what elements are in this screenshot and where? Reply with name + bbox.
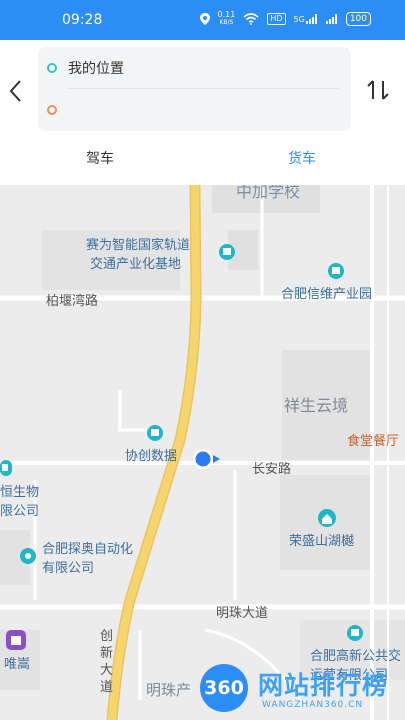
speed-value: 0.11: [217, 10, 236, 19]
residence-icon[interactable]: [318, 509, 336, 527]
swap-icon[interactable]: [365, 77, 391, 103]
status-bar: 09:28 0.11 KB/S HD 5G 100: [0, 0, 405, 40]
start-row[interactable]: [38, 47, 351, 89]
wifi-icon: [243, 13, 259, 25]
shop-icon[interactable]: [6, 630, 26, 650]
speed-indicator: 0.11 KB/S: [218, 11, 236, 27]
watermark-logo: 360: [200, 664, 248, 712]
map-label-chuangxin-char: 新: [100, 645, 113, 661]
poi-pin-icon[interactable]: [20, 548, 36, 564]
map-label-xiechuang: 协创数据: [125, 449, 177, 464]
signal-icon-2: [325, 14, 337, 24]
bus-station-icon[interactable]: [219, 244, 235, 260]
status-time: 09:28: [62, 12, 103, 28]
map-label-xinwei: 合肥信维产业园: [281, 287, 372, 302]
map-label-rail-1: 赛为智能国家轨道: [86, 237, 190, 253]
location-icon: [199, 13, 210, 25]
bus-station-icon[interactable]: [347, 625, 363, 641]
tab-drive[interactable]: 驾车: [86, 148, 114, 168]
map-label-mingzhu-bottom: 明珠产: [146, 681, 191, 699]
status-icons: 0.11 KB/S HD 5G 100: [199, 11, 371, 27]
start-dot-icon: [47, 63, 57, 73]
bus-station-icon[interactable]: [147, 425, 163, 441]
map-label-xiangsheng: 祥生云境: [284, 396, 348, 415]
bus-station-icon[interactable]: [0, 460, 12, 476]
watermark-url: WANGZHAN360.CN: [262, 700, 364, 710]
map-label-baiyan-road: 柏堰湾路: [46, 293, 98, 309]
tab-truck[interactable]: 货车: [288, 148, 316, 168]
network-label: 5G: [293, 15, 305, 24]
map-label-chuangxin-char: 道: [100, 680, 113, 695]
end-row[interactable]: [38, 89, 351, 131]
route-panel: 驾车 货车: [0, 40, 405, 185]
map-label-canteen: 食堂餐厅: [347, 433, 399, 449]
transport-tabs: 驾车 货车: [0, 136, 405, 182]
map-label-chuangxin-char: 创: [100, 629, 113, 644]
map-label-hengsheng-2: 限公司: [0, 504, 39, 519]
watermark: 360 网站排行榜 WANGZHAN360.CN: [200, 660, 405, 720]
start-location-input[interactable]: [68, 58, 338, 78]
map-label-rail-2: 交通产业化基地: [90, 256, 181, 272]
map-label-chuangxin-char: 大: [100, 663, 113, 678]
end-dot-icon: [47, 105, 57, 115]
map-label-school: 中加学校: [236, 185, 300, 201]
map-label-hengsheng-1: 恒生物: [0, 485, 39, 500]
battery-indicator: 100: [345, 12, 371, 26]
speed-unit: KB/S: [219, 19, 234, 26]
hd-badge: HD: [267, 13, 286, 25]
bus-station-icon[interactable]: [328, 263, 344, 279]
signal-icon: [305, 14, 317, 24]
map-label-tanao-1: 合肥探奥自动化: [42, 542, 133, 557]
network-badge: 5G: [294, 14, 318, 24]
route-inputs: [38, 47, 351, 131]
watermark-title: 网站排行榜: [258, 671, 389, 700]
map-label-weisong: 唯嵩: [4, 657, 30, 672]
map-label-changan-road: 长安路: [252, 461, 291, 477]
destination-input[interactable]: [68, 100, 338, 120]
map-label-mingzhu-road: 明珠大道: [216, 606, 268, 621]
map-label-tanao-2: 有限公司: [42, 561, 94, 576]
map-label-rongsheng: 荣盛山湖樾: [289, 533, 354, 549]
current-location-marker[interactable]: [192, 448, 222, 470]
back-arrow-icon[interactable]: [6, 78, 26, 104]
